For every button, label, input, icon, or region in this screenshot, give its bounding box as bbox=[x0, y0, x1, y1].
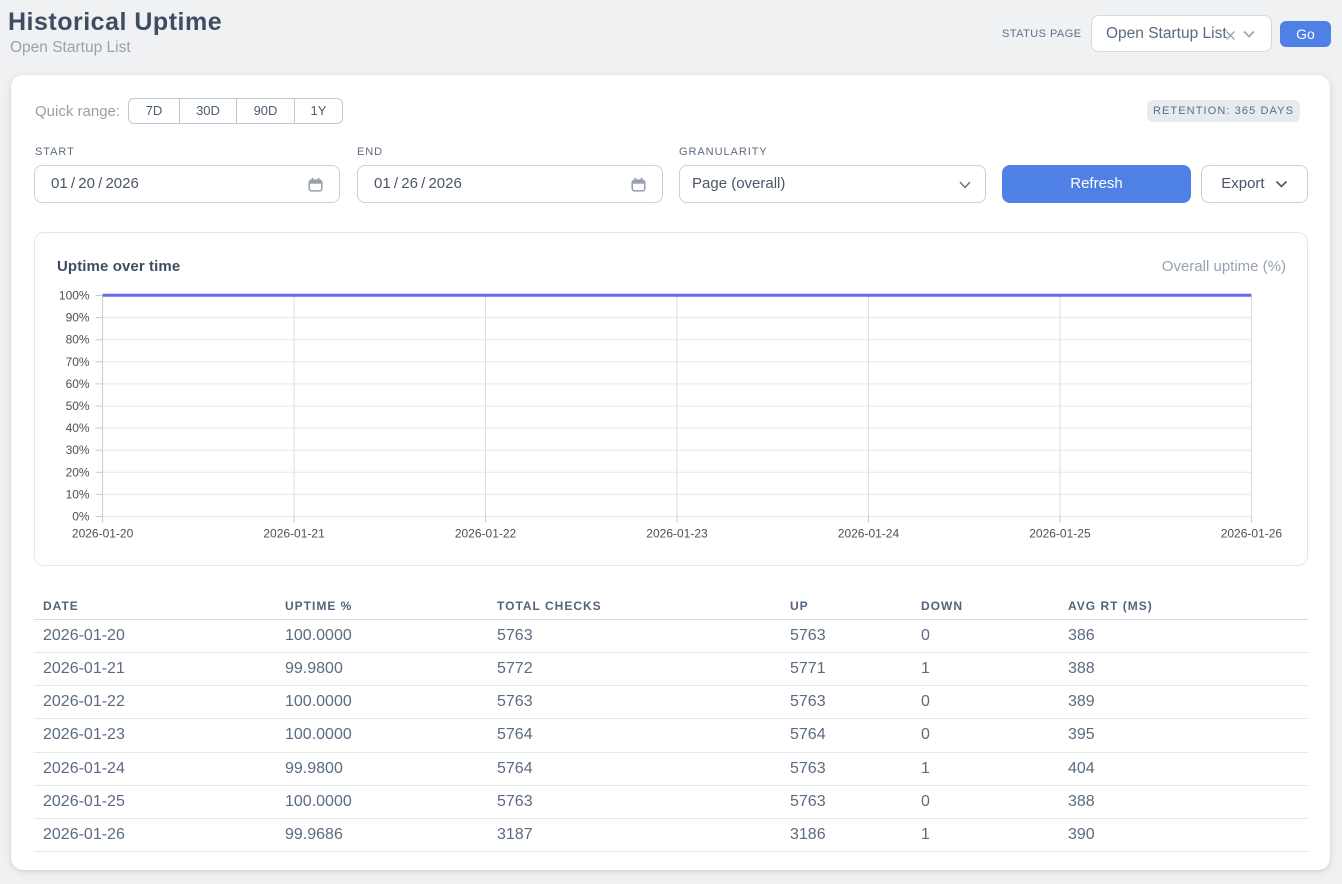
svg-text:2026-01-21: 2026-01-21 bbox=[263, 527, 325, 541]
svg-text:10%: 10% bbox=[66, 487, 90, 501]
svg-text:80%: 80% bbox=[66, 333, 90, 347]
svg-text:100%: 100% bbox=[59, 289, 90, 303]
svg-text:2026-01-26: 2026-01-26 bbox=[1221, 527, 1283, 541]
svg-text:0%: 0% bbox=[72, 510, 90, 524]
svg-text:40%: 40% bbox=[66, 421, 90, 435]
svg-text:50%: 50% bbox=[66, 399, 90, 413]
svg-text:60%: 60% bbox=[66, 377, 90, 391]
svg-text:2026-01-20: 2026-01-20 bbox=[72, 527, 134, 541]
svg-text:2026-01-24: 2026-01-24 bbox=[838, 527, 900, 541]
svg-text:70%: 70% bbox=[66, 355, 90, 369]
svg-text:2026-01-23: 2026-01-23 bbox=[646, 527, 708, 541]
svg-text:90%: 90% bbox=[66, 311, 90, 325]
svg-text:20%: 20% bbox=[66, 465, 90, 479]
svg-text:30%: 30% bbox=[66, 443, 90, 457]
svg-text:2026-01-25: 2026-01-25 bbox=[1029, 527, 1091, 541]
svg-text:2026-01-22: 2026-01-22 bbox=[455, 527, 517, 541]
